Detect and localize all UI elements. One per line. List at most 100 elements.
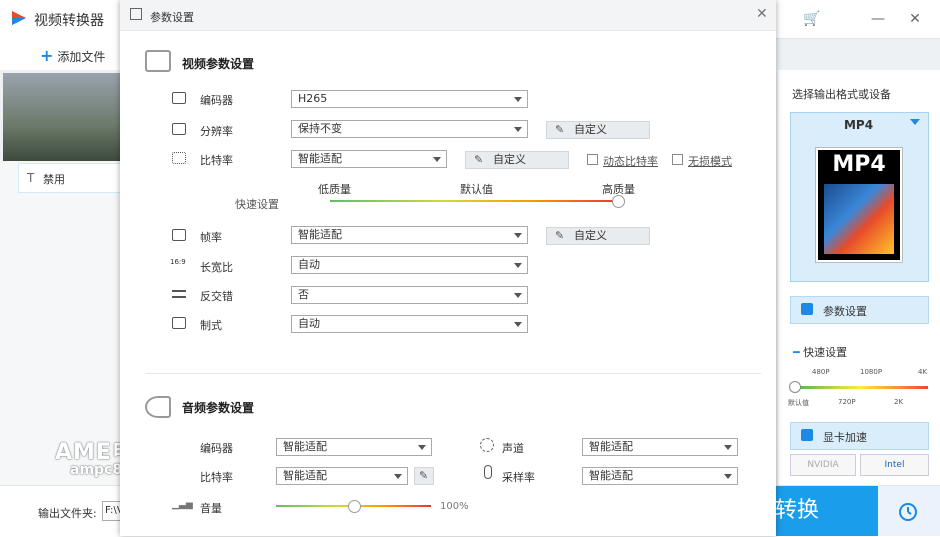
- audio-bitrate-label: 比特率: [200, 471, 233, 484]
- framerate-label: 帧率: [200, 231, 222, 244]
- quality-low-label: 低质量: [318, 183, 351, 196]
- gpu-acceleration-button[interactable]: 显卡加速: [790, 422, 929, 450]
- framerate-custom-button[interactable]: ✎ 自定义: [546, 227, 650, 245]
- output-folder-label: 输出文件夹:: [38, 507, 97, 520]
- resolution-custom-button[interactable]: ✎ 自定义: [546, 121, 650, 139]
- quick-settings-slider[interactable]: [792, 386, 928, 389]
- dialog-title: 参数设置: [150, 11, 194, 24]
- encoder-icon: [172, 92, 186, 104]
- tick-1080p: 1080P: [860, 368, 883, 376]
- volume-value: 100%: [440, 501, 469, 512]
- quick-settings-text: 快速设置: [803, 346, 848, 359]
- samplerate-label: 采样率: [502, 471, 535, 484]
- channel-label: 声道: [502, 442, 524, 455]
- chevron-down-icon[interactable]: [910, 119, 920, 125]
- dynamic-bitrate-checkbox[interactable]: [587, 154, 598, 165]
- subtitle-selector[interactable]: T 禁用: [18, 163, 122, 193]
- framerate-custom-label: 自定义: [574, 229, 607, 242]
- resolution-custom-label: 自定义: [574, 123, 607, 136]
- quality-default-label: 默认值: [460, 183, 493, 196]
- aspect-ratio-label: 长宽比: [200, 261, 233, 274]
- video-settings-icon: [145, 50, 171, 72]
- slider-icon: ━: [793, 346, 804, 359]
- tick-480p: 480P: [812, 368, 830, 376]
- quick-settings-row-label: 快速设置: [235, 198, 279, 211]
- sliders-icon: [801, 303, 813, 315]
- volume-bars-icon: ▁▃▅: [172, 500, 193, 510]
- deinterlace-label: 反交错: [200, 290, 233, 303]
- audio-encoder-select[interactable]: 智能适配: [276, 438, 432, 456]
- audio-section-title: 音频参数设置: [182, 401, 255, 415]
- add-file-button[interactable]: + 添加文件: [40, 46, 105, 65]
- volume-label: 音量: [200, 502, 222, 515]
- resolution-icon: [172, 123, 186, 135]
- quality-slider-handle[interactable]: [612, 195, 625, 208]
- channel-select[interactable]: 智能适配: [582, 438, 738, 456]
- pencil-icon: ✎: [555, 123, 565, 136]
- nvidia-badge[interactable]: NVIDIA: [790, 454, 856, 476]
- alarm-clock-icon: [899, 503, 917, 521]
- settings-icon: [130, 8, 142, 20]
- tick-4k: 4K: [918, 368, 928, 376]
- params-settings-button[interactable]: 参数设置: [790, 296, 929, 324]
- convert-button[interactable]: 转换: [770, 486, 878, 536]
- bitrate-icon: [172, 152, 186, 164]
- alarm-button[interactable]: [878, 486, 940, 536]
- tick-2k: 2K: [894, 398, 904, 406]
- aspect-ratio-icon: 16:9: [170, 258, 186, 266]
- subtitle-value: 禁用: [43, 173, 65, 186]
- deinterlace-select[interactable]: 否: [291, 286, 528, 304]
- bitrate-custom-label: 自定义: [493, 153, 526, 166]
- quick-settings-label: ━ 快速设置: [793, 344, 847, 360]
- framerate-select[interactable]: 智能适配: [291, 226, 528, 244]
- pencil-icon: ✎: [419, 469, 429, 482]
- mp4-icon-label: MP4: [832, 152, 886, 177]
- section-divider: [145, 373, 761, 374]
- aspect-ratio-select[interactable]: 自动: [291, 256, 528, 274]
- mp4-format-icon: MP4: [816, 148, 902, 262]
- video-thumbnail[interactable]: [3, 73, 120, 161]
- video-encoder-label: 编码器: [200, 94, 233, 107]
- close-button[interactable]: ✕: [905, 10, 925, 28]
- dialog-titlebar: [120, 0, 776, 31]
- lossless-label[interactable]: 无损模式: [688, 153, 732, 169]
- bitrate-custom-button[interactable]: ✎ 自定义: [465, 151, 569, 169]
- app-logo-icon: [10, 9, 28, 27]
- channel-icon: [480, 438, 494, 452]
- minimize-button[interactable]: —: [868, 10, 888, 28]
- standard-select[interactable]: 自动: [291, 315, 528, 333]
- tick-720p: 720P: [838, 398, 856, 406]
- samplerate-select[interactable]: 智能适配: [582, 467, 738, 485]
- resolution-label: 分辨率: [200, 125, 233, 138]
- cart-icon[interactable]: 🛒: [802, 10, 822, 28]
- video-bitrate-select[interactable]: 智能适配: [291, 150, 447, 168]
- audio-encoder-label: 编码器: [200, 442, 233, 455]
- quick-settings-handle[interactable]: [789, 381, 801, 393]
- text-icon: T: [27, 171, 35, 185]
- dynamic-bitrate-label[interactable]: 动态比特率: [603, 153, 658, 169]
- app-title: 视频转换器: [34, 13, 104, 29]
- balloon-image: [824, 184, 894, 254]
- intel-badge[interactable]: Intel: [860, 454, 929, 476]
- lossless-checkbox[interactable]: [672, 154, 683, 165]
- standard-label: 制式: [200, 319, 222, 332]
- add-file-label: 添加文件: [57, 50, 106, 64]
- gpu-acceleration-label: 显卡加速: [823, 431, 867, 444]
- resolution-select[interactable]: 保持不变: [291, 120, 528, 138]
- monitor-icon: [172, 317, 186, 329]
- pencil-icon: ✎: [555, 229, 565, 242]
- volume-slider-handle[interactable]: [348, 500, 361, 513]
- audio-bitrate-select[interactable]: 智能适配: [276, 467, 408, 485]
- video-encoder-select[interactable]: H265: [291, 90, 528, 108]
- video-section-title: 视频参数设置: [182, 57, 255, 71]
- quality-slider-track[interactable]: [330, 200, 618, 202]
- output-format-title: 选择输出格式或设备: [792, 88, 891, 101]
- chip-icon: [801, 429, 813, 441]
- audio-bitrate-edit-button[interactable]: ✎: [414, 467, 434, 485]
- plus-icon: +: [40, 46, 54, 65]
- audio-settings-icon: [145, 396, 171, 418]
- microphone-icon: [484, 465, 492, 479]
- framerate-icon: [172, 229, 186, 241]
- dialog-close-button[interactable]: ✕: [756, 6, 768, 22]
- video-bitrate-label: 比特率: [200, 154, 233, 167]
